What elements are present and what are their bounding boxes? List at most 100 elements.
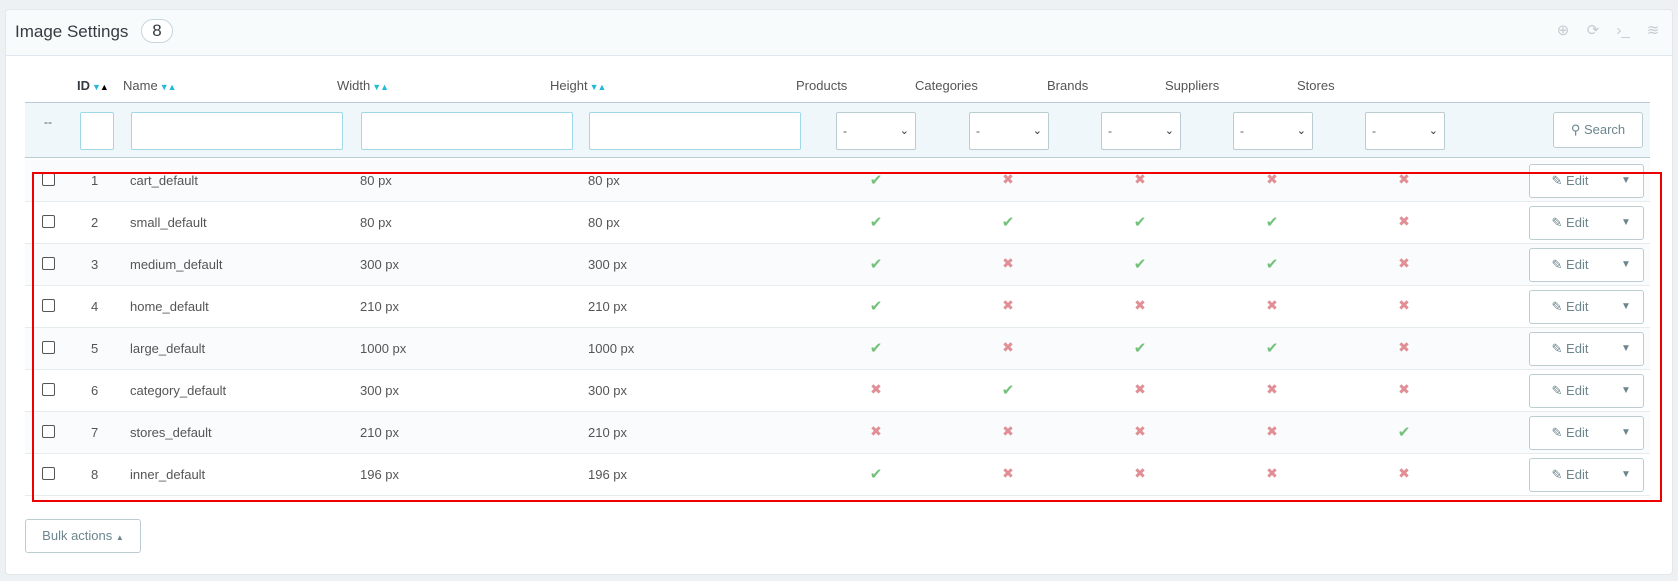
- check-icon[interactable]: ✔: [868, 465, 884, 483]
- caret-down-icon[interactable]: ▼: [1609, 459, 1643, 491]
- check-icon[interactable]: ✔: [1264, 339, 1280, 357]
- cross-icon[interactable]: ✖: [1000, 255, 1016, 272]
- edit-button[interactable]: ✎ Edit: [1530, 333, 1610, 365]
- row-checkbox[interactable]: [42, 341, 55, 354]
- bulk-actions-button[interactable]: Bulk actions ▲: [25, 519, 141, 553]
- search-button[interactable]: ⚲ Search: [1553, 112, 1643, 148]
- row-checkbox[interactable]: [42, 299, 55, 312]
- filter-id-input[interactable]: [80, 112, 114, 150]
- cell-name: cart_default: [130, 173, 198, 188]
- database-icon[interactable]: ≋: [1644, 22, 1662, 40]
- cross-icon[interactable]: ✖: [1396, 297, 1412, 314]
- cross-icon[interactable]: ✖: [1132, 297, 1148, 314]
- cross-icon[interactable]: ✖: [1264, 381, 1280, 398]
- table-row: 5 large_default 1000 px 1000 px ✔ ✖ ✔ ✔ ✖ ✎ Edit ▼: [25, 328, 1650, 370]
- check-icon[interactable]: ✔: [1396, 423, 1412, 441]
- filter-height-input[interactable]: [589, 112, 801, 150]
- select-value: -: [843, 124, 847, 138]
- filter-suppliers-select[interactable]: - ⌄: [1233, 112, 1313, 150]
- edit-button[interactable]: ✎ Edit: [1530, 375, 1610, 407]
- panel-header: Image Settings 8 ⊕ ⟳ ›_ ≋: [6, 10, 1672, 56]
- check-icon[interactable]: ✔: [868, 255, 884, 273]
- row-checkbox[interactable]: [42, 257, 55, 270]
- sort-icon[interactable]: ▼▲: [590, 82, 607, 92]
- cross-icon[interactable]: ✖: [1132, 171, 1148, 188]
- row-checkbox[interactable]: [42, 467, 55, 480]
- edit-button[interactable]: ✎ Edit: [1530, 165, 1610, 197]
- caret-down-icon[interactable]: ▼: [1609, 165, 1643, 197]
- panel-title: Image Settings: [15, 22, 129, 41]
- caret-down-icon[interactable]: ▼: [1609, 207, 1643, 239]
- row-checkbox[interactable]: [42, 215, 55, 228]
- check-icon[interactable]: ✔: [868, 339, 884, 357]
- filter-categories-select[interactable]: - ⌄: [969, 112, 1049, 150]
- cross-icon[interactable]: ✖: [1000, 297, 1016, 314]
- edit-button[interactable]: ✎ Edit: [1530, 291, 1610, 323]
- cross-icon[interactable]: ✖: [1132, 465, 1148, 482]
- cross-icon[interactable]: ✖: [1000, 339, 1016, 356]
- check-icon[interactable]: ✔: [1132, 255, 1148, 273]
- cross-icon[interactable]: ✖: [1000, 423, 1016, 440]
- cross-icon[interactable]: ✖: [1396, 465, 1412, 482]
- row-actions: ✎ Edit ▼: [1529, 206, 1644, 240]
- check-icon[interactable]: ✔: [1000, 381, 1016, 399]
- cross-icon[interactable]: ✖: [868, 381, 884, 398]
- cell-id: 1: [91, 173, 99, 188]
- cross-icon[interactable]: ✖: [1000, 465, 1016, 482]
- cross-icon[interactable]: ✖: [1396, 213, 1412, 230]
- filter-products-select[interactable]: - ⌄: [836, 112, 916, 150]
- check-icon[interactable]: ✔: [868, 297, 884, 315]
- cell-height: 300 px: [588, 257, 628, 272]
- filter-brands-select[interactable]: - ⌄: [1101, 112, 1181, 150]
- filter-name-input[interactable]: [131, 112, 343, 150]
- row-checkbox[interactable]: [42, 173, 55, 186]
- chevron-down-icon: ⌄: [899, 125, 909, 137]
- cross-icon[interactable]: ✖: [1396, 255, 1412, 272]
- cross-icon[interactable]: ✖: [1132, 381, 1148, 398]
- cross-icon[interactable]: ✖: [868, 423, 884, 440]
- edit-button[interactable]: ✎ Edit: [1530, 249, 1610, 281]
- check-icon[interactable]: ✔: [1264, 213, 1280, 231]
- check-icon[interactable]: ✔: [1132, 213, 1148, 231]
- cross-icon[interactable]: ✖: [1396, 339, 1412, 356]
- check-icon[interactable]: ✔: [1132, 339, 1148, 357]
- check-icon[interactable]: ✔: [1000, 213, 1016, 231]
- caret-down-icon[interactable]: ▼: [1609, 333, 1643, 365]
- cross-icon[interactable]: ✖: [1264, 297, 1280, 314]
- column-header-id[interactable]: ID ▼▲: [77, 78, 109, 93]
- edit-button[interactable]: ✎ Edit: [1530, 459, 1610, 491]
- add-icon[interactable]: ⊕: [1554, 22, 1572, 40]
- edit-button[interactable]: ✎ Edit: [1530, 417, 1610, 449]
- column-header-height[interactable]: Height ▼▲: [550, 78, 607, 93]
- column-header-categories: Categories: [915, 78, 978, 93]
- caret-down-icon[interactable]: ▼: [1609, 417, 1643, 449]
- check-icon[interactable]: ✔: [868, 171, 884, 189]
- cross-icon[interactable]: ✖: [1000, 171, 1016, 188]
- cell-width: 80 px: [360, 173, 392, 188]
- row-checkbox[interactable]: [42, 383, 55, 396]
- caret-down-icon[interactable]: ▼: [1609, 291, 1643, 323]
- check-icon[interactable]: ✔: [1264, 255, 1280, 273]
- column-header-width[interactable]: Width ▼▲: [337, 78, 389, 93]
- cross-icon[interactable]: ✖: [1396, 171, 1412, 188]
- sort-icon[interactable]: ▼▲: [372, 82, 389, 92]
- cross-icon[interactable]: ✖: [1264, 171, 1280, 188]
- refresh-icon[interactable]: ⟳: [1584, 22, 1602, 40]
- column-header-products: Products: [796, 78, 848, 93]
- check-icon[interactable]: ✔: [868, 213, 884, 231]
- row-checkbox[interactable]: [42, 425, 55, 438]
- caret-down-icon[interactable]: ▼: [1609, 375, 1643, 407]
- caret-down-icon[interactable]: ▼: [1609, 249, 1643, 281]
- cross-icon[interactable]: ✖: [1264, 465, 1280, 482]
- cross-icon[interactable]: ✖: [1132, 423, 1148, 440]
- sort-icon[interactable]: ▼▲: [92, 82, 109, 92]
- cross-icon[interactable]: ✖: [1396, 381, 1412, 398]
- sql-query-icon[interactable]: ›_: [1614, 22, 1632, 40]
- cross-icon[interactable]: ✖: [1264, 423, 1280, 440]
- column-header-name[interactable]: Name ▼▲: [123, 78, 177, 93]
- sort-icon[interactable]: ▼▲: [160, 82, 177, 92]
- filter-width-input[interactable]: [361, 112, 573, 150]
- cell-width: 300 px: [360, 383, 400, 398]
- edit-button[interactable]: ✎ Edit: [1530, 207, 1610, 239]
- filter-stores-select[interactable]: - ⌄: [1365, 112, 1445, 150]
